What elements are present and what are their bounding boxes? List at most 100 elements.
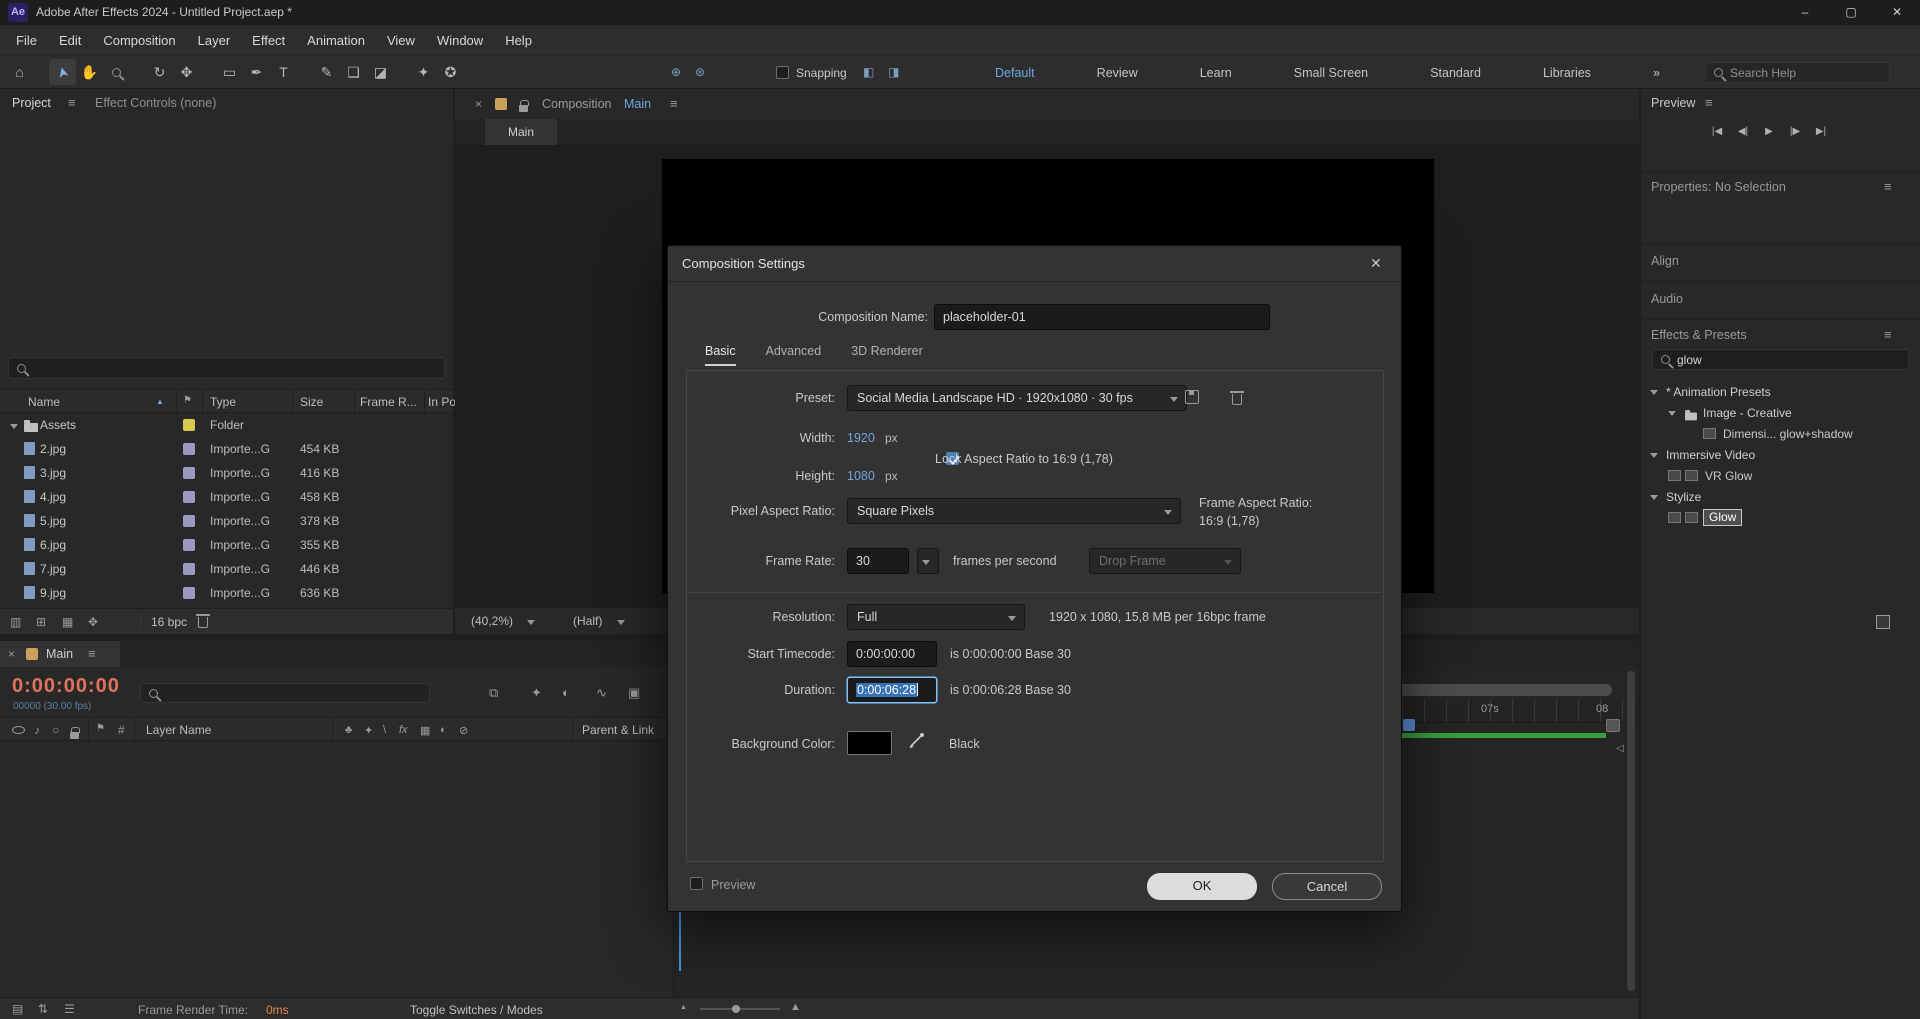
lock-icon[interactable] — [519, 105, 528, 112]
lock-icon[interactable] — [70, 732, 79, 739]
frame-rate-input[interactable]: 30 — [847, 548, 909, 574]
project-search-input[interactable] — [8, 357, 445, 379]
preview-panel-menu-icon[interactable]: ≡ — [1705, 95, 1713, 110]
workspace-overflow-icon[interactable]: » — [1653, 66, 1660, 80]
shy-switch-icon[interactable]: ♣ — [345, 724, 352, 736]
effects-panel-menu-icon[interactable]: ≡ — [1884, 327, 1892, 342]
chevron-down-icon[interactable] — [10, 418, 18, 432]
workspace-learn[interactable]: Learn — [1200, 66, 1232, 80]
menu-effect[interactable]: Effect — [241, 25, 296, 56]
draft-3d-icon[interactable]: ▣ — [628, 685, 640, 701]
tab-basic[interactable]: Basic — [705, 344, 736, 366]
home-tool-icon[interactable]: ⌂ — [6, 59, 33, 85]
close-panel-icon[interactable]: × — [475, 97, 482, 111]
audio-section[interactable]: Audio — [1641, 283, 1920, 318]
minimize-button[interactable]: – — [1782, 0, 1828, 25]
workspace-libraries[interactable]: Libraries — [1543, 66, 1591, 80]
audio-icon[interactable]: ♪ — [34, 723, 40, 737]
label-column-icon[interactable]: ⚑ — [96, 723, 105, 734]
workspace-review[interactable]: Review — [1097, 66, 1138, 80]
collapse-switch-icon[interactable]: ✦ — [364, 724, 373, 737]
first-frame-button[interactable]: |◀ — [1705, 121, 1729, 143]
next-frame-button[interactable]: |▶ — [1783, 121, 1807, 143]
hand-tool-icon[interactable]: ✋ — [76, 59, 103, 85]
viewer-panel-menu-icon[interactable]: ≡ — [670, 96, 678, 111]
pan-behind-tool-icon[interactable]: ✥ — [173, 59, 200, 85]
close-button[interactable]: ✕ — [1874, 0, 1920, 25]
label-color-chip[interactable] — [183, 539, 195, 551]
orbit-tool-icon[interactable]: ↻ — [146, 59, 173, 85]
delete-preset-icon[interactable] — [1232, 394, 1242, 405]
pen-tool-icon[interactable]: ✒ — [243, 59, 270, 85]
workspace-small-screen[interactable]: Small Screen — [1294, 66, 1368, 80]
tree-item-animation-presets[interactable]: * Animation Presets — [1641, 382, 1920, 403]
composition-mini-flowchart-icon[interactable]: ⧉ — [489, 685, 498, 701]
workspace-default[interactable]: Default — [995, 66, 1035, 80]
selection-tool-icon[interactable]: ➤ — [49, 59, 76, 85]
snap-grid-icon[interactable]: ⊕ — [671, 65, 681, 79]
cancel-button[interactable]: Cancel — [1272, 873, 1382, 900]
mask-visibility-icon[interactable]: ◧ — [863, 65, 874, 79]
dialog-close-icon[interactable]: ✕ — [1370, 255, 1382, 272]
maximize-button[interactable]: ▢ — [1828, 0, 1874, 25]
table-row-assets[interactable]: Assets Folder — [0, 413, 453, 437]
zoom-in-mountain-icon[interactable]: ▲ — [790, 1001, 801, 1013]
tree-item-glow[interactable]: Glow — [1641, 508, 1920, 529]
menu-composition[interactable]: Composition — [92, 25, 186, 56]
previous-frame-button[interactable]: ◀| — [1731, 121, 1755, 143]
table-row-7jpg[interactable]: 7.jpg Importe...G 446 KB — [0, 557, 453, 581]
label-color-chip[interactable] — [183, 515, 195, 527]
tree-item-image-creative[interactable]: Image - Creative — [1641, 403, 1920, 424]
eye-icon[interactable] — [12, 726, 25, 734]
menu-animation[interactable]: Animation — [296, 25, 376, 56]
frame-blending-icon[interactable]: ✦ — [531, 685, 542, 701]
table-row-2jpg[interactable]: 2.jpg Importe...G 454 KB — [0, 437, 453, 461]
rectangle-tool-icon[interactable]: ▭ — [216, 59, 243, 85]
table-row-5jpg[interactable]: 5.jpg Importe...G 378 KB — [0, 509, 453, 533]
project-panel-menu-icon[interactable]: ≡ — [68, 95, 76, 110]
snapping-checkbox[interactable] — [776, 66, 789, 79]
table-row-3jpg[interactable]: 3.jpg Importe...G 416 KB — [0, 461, 453, 485]
menu-help[interactable]: Help — [494, 25, 543, 56]
label-color-chip[interactable] — [183, 587, 195, 599]
solo-icon[interactable]: ○ — [52, 723, 59, 737]
transfer-controls-pane-icon[interactable]: ⇅ — [38, 1002, 48, 1016]
menu-view[interactable]: View — [376, 25, 426, 56]
tab-effect-controls[interactable]: Effect Controls (none) — [95, 96, 216, 110]
height-value[interactable]: 1080 — [847, 469, 875, 483]
pixel-aspect-ratio-dropdown[interactable]: Square Pixels — [847, 498, 1181, 524]
column-type[interactable]: Type — [210, 395, 236, 409]
frame-blend-switch-icon[interactable]: ▦ — [420, 724, 430, 737]
effects-switch-icon[interactable]: fx — [399, 724, 408, 736]
align-section[interactable]: Align — [1641, 245, 1920, 280]
tree-item-vr-glow[interactable]: VR Glow — [1641, 466, 1920, 487]
toggle-switches-modes-button[interactable]: Toggle Switches / Modes — [410, 1003, 543, 1017]
interpret-footage-icon[interactable]: ▥ — [10, 615, 21, 629]
3d-switch-icon[interactable]: ⊘ — [459, 724, 468, 737]
column-name[interactable]: Name — [28, 395, 60, 409]
drag-panel-corner-icon[interactable] — [1876, 615, 1890, 629]
motion-blur-icon[interactable]: ◐ — [562, 685, 570, 700]
label-color-chip[interactable] — [183, 491, 195, 503]
sort-ascending-icon[interactable]: ▲ — [156, 397, 164, 406]
column-in-point[interactable]: In Po — [428, 395, 456, 409]
bit-depth-button[interactable]: 16 bpc — [140, 615, 198, 629]
effects-search-input[interactable]: glow — [1652, 349, 1909, 370]
table-row-4jpg[interactable]: 4.jpg Importe...G 458 KB — [0, 485, 453, 509]
column-parent-link[interactable]: Parent & Link — [582, 723, 654, 737]
viewer-comp-name[interactable]: Main — [624, 97, 651, 111]
timeline-panel-menu-icon[interactable]: ≡ — [88, 646, 96, 661]
tab-main-composition[interactable]: Main — [485, 119, 557, 145]
menu-window[interactable]: Window — [426, 25, 494, 56]
tree-item-immersive-video[interactable]: Immersive Video — [1641, 445, 1920, 466]
frame-rate-preset-dropdown[interactable] — [917, 548, 939, 574]
preview-checkbox[interactable] — [690, 877, 703, 890]
duration-input[interactable]: 0:00:06:28 — [847, 677, 937, 703]
column-layer-name[interactable]: Layer Name — [146, 723, 211, 737]
type-tool-icon[interactable]: T — [270, 59, 297, 85]
composition-name-input[interactable]: placeholder-01 — [934, 304, 1270, 330]
column-frame-rate[interactable]: Frame R... — [360, 395, 417, 409]
close-panel-icon[interactable]: × — [8, 647, 15, 661]
preset-dropdown[interactable]: Social Media Landscape HD · 1920x1080 · … — [847, 385, 1187, 411]
menu-layer[interactable]: Layer — [187, 25, 242, 56]
